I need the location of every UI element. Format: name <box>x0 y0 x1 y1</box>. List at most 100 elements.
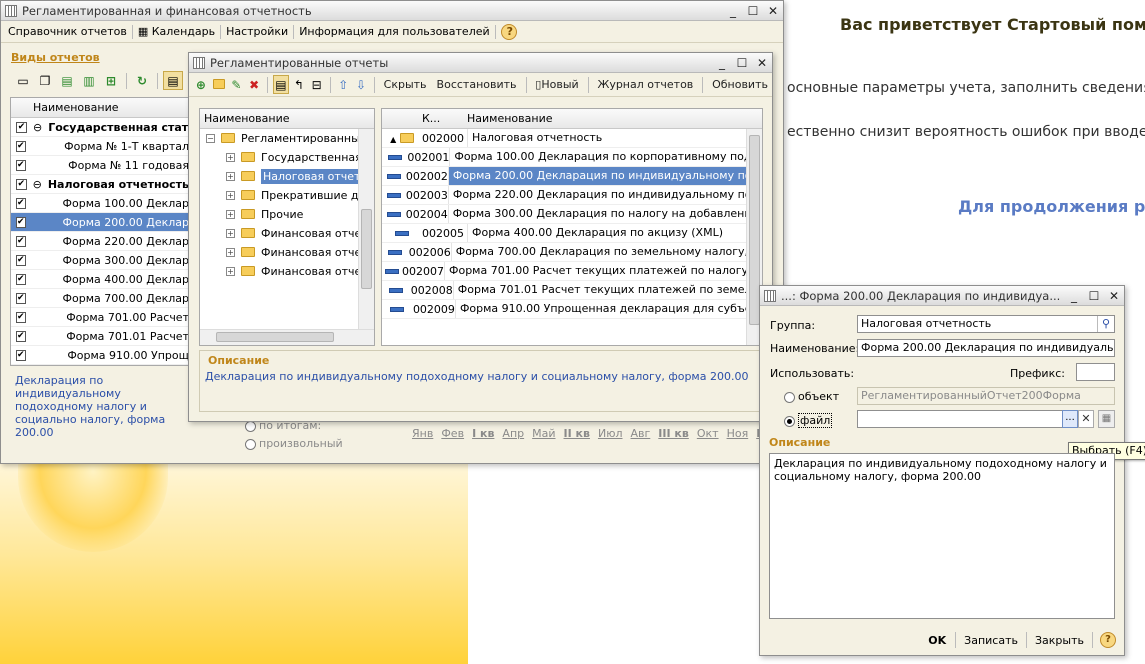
search-icon[interactable]: ⚲ <box>1097 316 1114 332</box>
period-month-link[interactable]: Янв <box>412 427 433 440</box>
close-icon[interactable]: ✕ <box>752 56 772 70</box>
row-checkbox[interactable]: ✔ <box>16 178 27 190</box>
report-type-row[interactable]: ✔ Форма 701.01 Расчет <box>11 327 189 346</box>
menu-reports-directory[interactable]: Справочник отчетов <box>3 25 132 38</box>
report-list-row[interactable]: 002003 Форма 220.00 Декларация по индивид… <box>382 186 762 205</box>
tree-node[interactable]: + Финансовая отчет <box>200 243 374 262</box>
period-month-link[interactable]: II кв <box>564 427 590 440</box>
hierarchy-list-icon[interactable]: ⊟ <box>309 75 325 94</box>
report-type-row[interactable]: ✔ Форма 220.00 Деклар <box>11 232 189 251</box>
move-up-icon[interactable]: ⇧ <box>335 75 351 94</box>
file-radio[interactable]: файл <box>784 413 833 428</box>
refresh-icon[interactable]: ↻ <box>132 71 152 90</box>
period-month-link[interactable]: I кв <box>472 427 494 440</box>
menu-calendar[interactable]: ▦ Календарь <box>133 25 220 38</box>
maximize-icon[interactable]: ☐ <box>1084 289 1104 303</box>
name-field[interactable]: Форма 200.00 Декларация по индивидуально… <box>857 339 1115 357</box>
period-month-link[interactable]: Май <box>532 427 555 440</box>
tree-mode-icon[interactable]: ▤ <box>272 75 290 94</box>
file-field[interactable] <box>857 410 1078 428</box>
add-circle-icon[interactable]: ⊕ <box>193 75 209 94</box>
tree-node[interactable]: − Регламентированные <box>200 129 374 148</box>
help-icon[interactable]: ? <box>500 23 517 40</box>
row-checkbox[interactable]: ✔ <box>16 254 26 266</box>
row-checkbox[interactable]: ✔ <box>16 330 26 342</box>
menu-user-info[interactable]: Информация для пользователей <box>294 25 494 38</box>
refresh-button[interactable]: Обновить <box>708 78 772 91</box>
collapse-icon[interactable]: ⊖ <box>33 178 42 191</box>
hide-button[interactable]: Скрыть <box>380 78 431 91</box>
period-month-link[interactable]: Ноя <box>727 427 749 440</box>
main-window-titlebar[interactable]: Регламентированная и финансовая отчетнос… <box>1 1 783 21</box>
row-checkbox[interactable]: ✔ <box>16 159 26 171</box>
report-list-row[interactable]: ▲ 002000 Налоговая отчетность <box>382 129 762 148</box>
report-list-row[interactable]: 002002 Форма 200.00 Декларация по индивид… <box>382 167 762 186</box>
period-month-link[interactable]: Фев <box>441 427 464 440</box>
tree-node[interactable]: + Прочие <box>200 205 374 224</box>
hierarchy-icon[interactable]: ▥ <box>79 71 99 90</box>
period-month-link[interactable]: III кв <box>658 427 689 440</box>
form-description-field[interactable]: Декларация по индивидуальному подоходном… <box>769 453 1115 619</box>
row-checkbox[interactable]: ✔ <box>16 140 26 152</box>
minimize-icon[interactable]: _ <box>1064 289 1084 303</box>
report-type-row[interactable]: ✔ Форма 700.00 Деклар <box>11 289 189 308</box>
tree-node[interactable]: + Финансовая отчет <box>200 224 374 243</box>
report-journal-button[interactable]: Журнал отчетов <box>593 78 697 91</box>
add-icon[interactable]: ▭ <box>13 71 33 90</box>
add-folder-icon[interactable] <box>211 75 227 94</box>
row-checkbox[interactable]: ✔ <box>16 273 26 285</box>
group-field[interactable]: Налоговая отчетность ⚲ <box>857 315 1115 333</box>
parent-folder-icon[interactable]: ↰ <box>291 75 307 94</box>
report-list-row[interactable]: 002005 Форма 400.00 Декларация по акцизу … <box>382 224 762 243</box>
expand-icon[interactable]: + <box>226 153 235 162</box>
expand-icon[interactable]: + <box>226 172 235 181</box>
tree-node[interactable]: + Прекратившие дей <box>200 186 374 205</box>
clear-icon[interactable]: ✕ <box>1078 410 1094 428</box>
edit-icon[interactable]: ▤ <box>57 71 77 90</box>
save-button[interactable]: Записать <box>959 634 1023 647</box>
tree-horizontal-scrollbar[interactable] <box>200 329 374 345</box>
row-checkbox[interactable]: ✔ <box>16 311 26 323</box>
copy-icon[interactable]: ❐ <box>35 71 55 90</box>
column-name-header[interactable]: Наименование <box>467 112 552 125</box>
close-button[interactable]: Закрыть <box>1030 634 1089 647</box>
expand-icon[interactable]: + <box>226 210 235 219</box>
collapse-icon[interactable]: − <box>206 134 215 143</box>
list-mode-icon[interactable]: ▤ <box>163 71 183 90</box>
close-icon[interactable]: ✕ <box>763 4 783 18</box>
report-list-row[interactable]: 002007 Форма 701.00 Расчет текущих платеж… <box>382 262 762 281</box>
restore-button[interactable]: Восстановить <box>433 78 521 91</box>
report-type-row[interactable]: ✔ Форма 300.00 Деклар <box>11 251 189 270</box>
report-type-row[interactable]: ✔ Форма 701.00 Расчет <box>11 308 189 327</box>
tree-vertical-scrollbar[interactable] <box>358 129 374 329</box>
row-checkbox[interactable]: ✔ <box>16 197 26 209</box>
report-type-row[interactable]: ✔ Форма № 1-Т квартал <box>11 137 189 156</box>
row-checkbox[interactable]: ✔ <box>16 235 26 247</box>
period-option-custom[interactable]: произвольный <box>245 437 343 450</box>
delete-icon[interactable]: ✖ <box>246 75 262 94</box>
report-list-row[interactable]: 002001 Форма 100.00 Декларация по корпора… <box>382 148 762 167</box>
maximize-icon[interactable]: ☐ <box>743 4 763 18</box>
minimize-icon[interactable]: _ <box>712 56 732 70</box>
minimize-icon[interactable]: _ <box>723 4 743 18</box>
ok-button[interactable]: OK <box>922 634 952 647</box>
report-list-row[interactable]: 002004 Форма 300.00 Декларация по налогу … <box>382 205 762 224</box>
report-type-row[interactable]: ✔ Форма 910.00 Упрощ <box>11 346 189 365</box>
open-file-icon[interactable]: ▦ <box>1098 410 1115 428</box>
report-type-row[interactable]: ✔ Форма № 11 годовая <box>11 156 189 175</box>
report-type-row[interactable]: ✔ ⊖ Налоговая отчетность <box>11 175 189 194</box>
report-type-row[interactable]: ✔ Форма 200.00 Деклар <box>11 213 189 232</box>
period-month-link[interactable]: Июл <box>598 427 623 440</box>
row-checkbox[interactable]: ✔ <box>16 216 26 228</box>
row-checkbox[interactable]: ✔ <box>16 349 26 361</box>
column-code-header[interactable]: К... <box>422 112 467 125</box>
new-button[interactable]: ▯Новый <box>531 78 582 91</box>
continue-link[interactable]: Для продолжения раб <box>958 197 1145 216</box>
form-window-titlebar[interactable]: ...: Форма 200.00 Декларация по индивиду… <box>760 286 1124 306</box>
menu-settings[interactable]: Настройки <box>221 25 293 38</box>
report-list-row[interactable]: 002006 Форма 700.00 Декларация по земельн… <box>382 243 762 262</box>
tree-node[interactable]: + Финансовая отчет <box>200 262 374 281</box>
select-file-icon[interactable]: ... <box>1062 410 1078 428</box>
tree-node[interactable]: + Налоговая отчетн <box>200 167 374 186</box>
row-checkbox[interactable]: ✔ <box>16 292 26 304</box>
